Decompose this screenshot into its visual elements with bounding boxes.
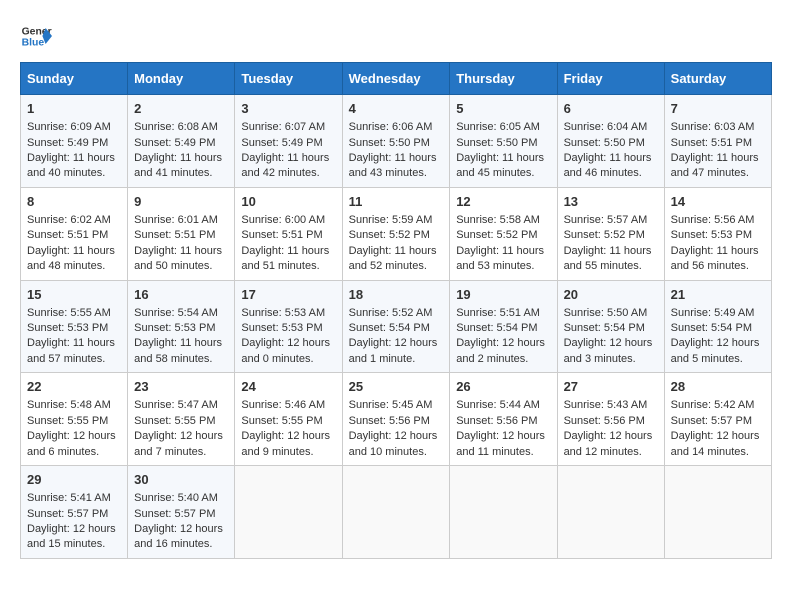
day-cell	[450, 466, 557, 559]
day-cell: 10Sunrise: 6:00 AMSunset: 5:51 PMDayligh…	[235, 187, 342, 280]
day-cell	[235, 466, 342, 559]
day-cell: 4Sunrise: 6:06 AMSunset: 5:50 PMDaylight…	[342, 95, 450, 188]
day-number: 3	[241, 100, 335, 118]
day-number: 1	[27, 100, 121, 118]
day-number: 24	[241, 378, 335, 396]
day-cell: 24Sunrise: 5:46 AMSunset: 5:55 PMDayligh…	[235, 373, 342, 466]
day-number: 25	[349, 378, 444, 396]
week-row-4: 22Sunrise: 5:48 AMSunset: 5:55 PMDayligh…	[21, 373, 772, 466]
day-cell: 1Sunrise: 6:09 AMSunset: 5:49 PMDaylight…	[21, 95, 128, 188]
day-cell	[342, 466, 450, 559]
calendar-body: 1Sunrise: 6:09 AMSunset: 5:49 PMDaylight…	[21, 95, 772, 559]
week-row-1: 1Sunrise: 6:09 AMSunset: 5:49 PMDaylight…	[21, 95, 772, 188]
day-cell: 5Sunrise: 6:05 AMSunset: 5:50 PMDaylight…	[450, 95, 557, 188]
week-row-2: 8Sunrise: 6:02 AMSunset: 5:51 PMDaylight…	[21, 187, 772, 280]
day-cell: 28Sunrise: 5:42 AMSunset: 5:57 PMDayligh…	[664, 373, 771, 466]
day-number: 5	[456, 100, 550, 118]
logo-icon: General Blue	[20, 20, 52, 52]
week-row-5: 29Sunrise: 5:41 AMSunset: 5:57 PMDayligh…	[21, 466, 772, 559]
day-number: 4	[349, 100, 444, 118]
day-number: 7	[671, 100, 765, 118]
header-cell-wednesday: Wednesday	[342, 63, 450, 95]
day-cell: 26Sunrise: 5:44 AMSunset: 5:56 PMDayligh…	[450, 373, 557, 466]
header-cell-tuesday: Tuesday	[235, 63, 342, 95]
day-number: 11	[349, 193, 444, 211]
day-number: 20	[564, 286, 658, 304]
day-number: 28	[671, 378, 765, 396]
header-cell-thursday: Thursday	[450, 63, 557, 95]
day-number: 29	[27, 471, 121, 489]
day-number: 18	[349, 286, 444, 304]
day-cell	[664, 466, 771, 559]
day-cell: 23Sunrise: 5:47 AMSunset: 5:55 PMDayligh…	[128, 373, 235, 466]
day-number: 23	[134, 378, 228, 396]
svg-text:Blue: Blue	[22, 38, 45, 49]
day-number: 10	[241, 193, 335, 211]
day-number: 15	[27, 286, 121, 304]
day-number: 12	[456, 193, 550, 211]
day-cell: 18Sunrise: 5:52 AMSunset: 5:54 PMDayligh…	[342, 280, 450, 373]
day-cell: 6Sunrise: 6:04 AMSunset: 5:50 PMDaylight…	[557, 95, 664, 188]
calendar-table: SundayMondayTuesdayWednesdayThursdayFrid…	[20, 62, 772, 559]
day-number: 30	[134, 471, 228, 489]
day-cell: 30Sunrise: 5:40 AMSunset: 5:57 PMDayligh…	[128, 466, 235, 559]
day-number: 14	[671, 193, 765, 211]
day-number: 13	[564, 193, 658, 211]
day-number: 27	[564, 378, 658, 396]
day-number: 21	[671, 286, 765, 304]
day-cell: 22Sunrise: 5:48 AMSunset: 5:55 PMDayligh…	[21, 373, 128, 466]
page-header: General Blue	[20, 20, 772, 52]
day-cell	[557, 466, 664, 559]
day-number: 8	[27, 193, 121, 211]
week-row-3: 15Sunrise: 5:55 AMSunset: 5:53 PMDayligh…	[21, 280, 772, 373]
day-number: 26	[456, 378, 550, 396]
day-cell: 13Sunrise: 5:57 AMSunset: 5:52 PMDayligh…	[557, 187, 664, 280]
day-cell: 9Sunrise: 6:01 AMSunset: 5:51 PMDaylight…	[128, 187, 235, 280]
day-cell: 19Sunrise: 5:51 AMSunset: 5:54 PMDayligh…	[450, 280, 557, 373]
day-cell: 3Sunrise: 6:07 AMSunset: 5:49 PMDaylight…	[235, 95, 342, 188]
day-cell: 15Sunrise: 5:55 AMSunset: 5:53 PMDayligh…	[21, 280, 128, 373]
day-number: 17	[241, 286, 335, 304]
day-cell: 17Sunrise: 5:53 AMSunset: 5:53 PMDayligh…	[235, 280, 342, 373]
header-cell-sunday: Sunday	[21, 63, 128, 95]
day-cell: 29Sunrise: 5:41 AMSunset: 5:57 PMDayligh…	[21, 466, 128, 559]
day-cell: 8Sunrise: 6:02 AMSunset: 5:51 PMDaylight…	[21, 187, 128, 280]
header-cell-friday: Friday	[557, 63, 664, 95]
day-cell: 11Sunrise: 5:59 AMSunset: 5:52 PMDayligh…	[342, 187, 450, 280]
day-cell: 14Sunrise: 5:56 AMSunset: 5:53 PMDayligh…	[664, 187, 771, 280]
day-cell: 2Sunrise: 6:08 AMSunset: 5:49 PMDaylight…	[128, 95, 235, 188]
day-number: 9	[134, 193, 228, 211]
logo: General Blue	[20, 20, 52, 52]
day-cell: 21Sunrise: 5:49 AMSunset: 5:54 PMDayligh…	[664, 280, 771, 373]
calendar-header-row: SundayMondayTuesdayWednesdayThursdayFrid…	[21, 63, 772, 95]
day-cell: 12Sunrise: 5:58 AMSunset: 5:52 PMDayligh…	[450, 187, 557, 280]
day-cell: 7Sunrise: 6:03 AMSunset: 5:51 PMDaylight…	[664, 95, 771, 188]
day-cell: 16Sunrise: 5:54 AMSunset: 5:53 PMDayligh…	[128, 280, 235, 373]
day-number: 16	[134, 286, 228, 304]
header-cell-monday: Monday	[128, 63, 235, 95]
header-cell-saturday: Saturday	[664, 63, 771, 95]
day-number: 19	[456, 286, 550, 304]
day-cell: 25Sunrise: 5:45 AMSunset: 5:56 PMDayligh…	[342, 373, 450, 466]
day-number: 22	[27, 378, 121, 396]
day-cell: 20Sunrise: 5:50 AMSunset: 5:54 PMDayligh…	[557, 280, 664, 373]
day-number: 6	[564, 100, 658, 118]
day-cell: 27Sunrise: 5:43 AMSunset: 5:56 PMDayligh…	[557, 373, 664, 466]
day-number: 2	[134, 100, 228, 118]
